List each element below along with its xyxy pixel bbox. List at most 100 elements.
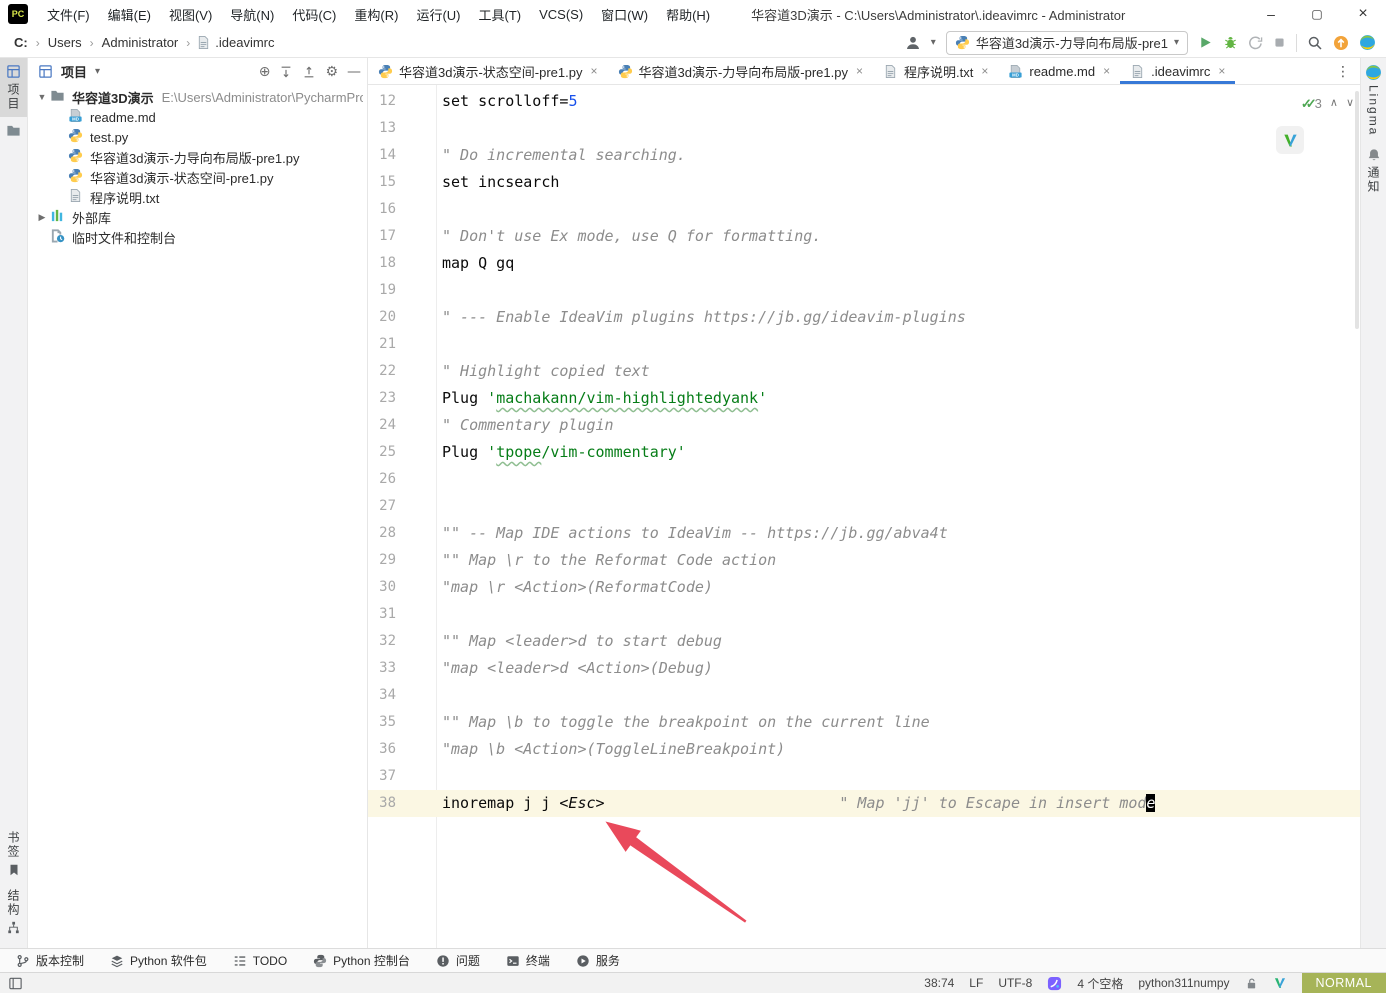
vim-mode-badge[interactable]: NORMAL (1302, 973, 1386, 993)
code-line[interactable]: 15set incsearch (368, 169, 1360, 196)
breadcrumb-item[interactable]: .ideavimrc (213, 35, 276, 50)
code-line[interactable]: 34 (368, 682, 1360, 709)
tree-item[interactable]: ▼华容道3D演示E:\Users\Administrator\PycharmPr… (28, 87, 367, 107)
run-config-select[interactable]: 华容道3d演示-力导向布局版-pre1 ▾ (946, 31, 1188, 55)
line-separator[interactable]: LF (969, 976, 983, 990)
expand-all-icon[interactable] (279, 65, 293, 79)
menu-item[interactable]: 文件(F) (38, 0, 99, 28)
close-button[interactable]: × (1340, 0, 1386, 28)
code-line[interactable]: 37 (368, 763, 1360, 790)
project-panel-title[interactable]: 项目 (61, 62, 87, 81)
minimize-button[interactable]: – (1248, 0, 1294, 28)
menu-item[interactable]: 导航(N) (221, 0, 283, 28)
code-line[interactable]: 31 (368, 601, 1360, 628)
code-line[interactable]: 12set scrolloff=5 (368, 88, 1360, 115)
tree-item[interactable]: 华容道3d演示-力导向布局版-pre1.py (28, 147, 367, 167)
code-line[interactable]: 13 (368, 115, 1360, 142)
code-line[interactable]: 35"" Map \b to toggle the breakpoint on … (368, 709, 1360, 736)
menu-item[interactable]: 编辑(E) (99, 0, 160, 28)
tree-chevron-icon[interactable]: ▼ (34, 92, 50, 102)
debug-button[interactable] (1223, 35, 1238, 50)
file-encoding[interactable]: UTF-8 (998, 976, 1032, 990)
code-line[interactable]: 32"" Map <leader>d to start debug (368, 628, 1360, 655)
toolwindow-button[interactable]: 服务 (576, 952, 620, 969)
search-everywhere-button[interactable] (1307, 35, 1323, 51)
tool-stripe-button[interactable]: 项目 (0, 58, 27, 117)
lock-icon[interactable] (1245, 977, 1258, 990)
code-line[interactable]: 29"" Map \r to the Reformat Code action (368, 547, 1360, 574)
menu-item[interactable]: 视图(V) (160, 0, 221, 28)
code-line[interactable]: 27 (368, 493, 1360, 520)
tool-stripe-button[interactable]: 结构 (0, 883, 27, 940)
next-problem-icon[interactable]: ∨ (1346, 90, 1354, 117)
tool-stripe-button[interactable]: Lingma (1361, 58, 1386, 142)
tool-stripe-button[interactable] (0, 117, 27, 144)
code-line[interactable]: 16 (368, 196, 1360, 223)
code-line[interactable]: 22" Highlight copied text (368, 358, 1360, 385)
user-dropdown-caret-icon[interactable]: ▾ (931, 37, 936, 48)
tree-item[interactable]: test.py (28, 127, 367, 147)
stop-button[interactable] (1273, 36, 1286, 49)
caret-position[interactable]: 38:74 (924, 976, 954, 990)
tab-close-icon[interactable]: × (856, 64, 863, 78)
tab-close-icon[interactable]: × (590, 64, 597, 78)
menu-item[interactable]: 窗口(W) (592, 0, 657, 28)
user-account-icon[interactable] (905, 35, 921, 51)
menu-item[interactable]: 重构(R) (345, 0, 407, 28)
code-line[interactable]: 19 (368, 277, 1360, 304)
toolwindow-button[interactable]: TODO (233, 954, 287, 968)
tool-stripe-button[interactable]: 书签 (0, 825, 27, 883)
tree-item[interactable]: ▶外部库 (28, 207, 367, 227)
tab-list-more-icon[interactable]: ⋮ (1326, 58, 1360, 84)
breadcrumb-item[interactable]: Administrator (100, 35, 181, 50)
code-line[interactable]: 28"" -- Map IDE actions to IdeaVim -- ht… (368, 520, 1360, 547)
ideavim-status-icon[interactable] (1273, 976, 1287, 990)
python-interpreter[interactable]: python311numpy (1138, 976, 1229, 990)
hide-panel-icon[interactable]: — (347, 64, 361, 80)
tab-close-icon[interactable]: × (981, 64, 988, 78)
code-line[interactable]: 14" Do incremental searching. (368, 142, 1360, 169)
toolwindow-button[interactable]: Python 控制台 (313, 952, 410, 969)
breadcrumb-item[interactable]: Users (46, 35, 84, 50)
maximize-button[interactable]: ▢ (1294, 0, 1340, 28)
run-button[interactable] (1198, 35, 1213, 50)
toolwindow-button[interactable]: 终端 (506, 952, 550, 969)
editor-tab[interactable]: 华容道3d演示-力导向布局版-pre1.py× (608, 58, 874, 84)
menu-item[interactable]: VCS(S) (530, 0, 592, 28)
lingma-status-icon[interactable] (1047, 976, 1062, 991)
inspection-widget[interactable]: ✓✓3 ∧ ∨ (1301, 90, 1354, 117)
code-line[interactable]: 36"map \b <Action>(ToggleLineBreakpoint) (368, 736, 1360, 763)
code-line[interactable]: 20" --- Enable IdeaVim plugins https://j… (368, 304, 1360, 331)
menu-item[interactable]: 工具(T) (469, 0, 530, 28)
code-line[interactable]: 24" Commentary plugin (368, 412, 1360, 439)
editor-scrollbar[interactable] (1355, 91, 1359, 329)
code-line[interactable]: 26 (368, 466, 1360, 493)
chevron-down-icon[interactable]: ▾ (95, 66, 100, 77)
breadcrumb-item[interactable]: C: (12, 35, 30, 50)
tree-item[interactable]: MDreadme.md (28, 107, 367, 127)
toolwindow-button[interactable]: 版本控制 (16, 952, 84, 969)
code-line[interactable]: 38inoremap j j <Esc> " Map 'jj' to Escap… (368, 790, 1360, 817)
profile-button[interactable] (1248, 35, 1263, 50)
editor-tab[interactable]: 华容道3d演示-状态空间-pre1.py× (368, 58, 608, 84)
settings-gear-icon[interactable]: ⚙ (325, 64, 338, 80)
code-line[interactable]: 33"map <leader>d <Action>(Debug) (368, 655, 1360, 682)
locate-file-icon[interactable]: ⊕ (259, 64, 271, 80)
code-line[interactable]: 21 (368, 331, 1360, 358)
window-layout-icon[interactable] (8, 976, 23, 991)
toolwindow-button[interactable]: 问题 (436, 952, 480, 969)
ideavim-widget-button[interactable] (1276, 126, 1304, 154)
editor-tab[interactable]: MDreadme.md× (998, 58, 1120, 84)
tab-close-icon[interactable]: × (1103, 64, 1110, 78)
tree-item[interactable]: 临时文件和控制台 (28, 227, 367, 247)
editor-tab[interactable]: .ideavimrc× (1120, 58, 1235, 84)
menu-item[interactable]: 帮助(H) (657, 0, 719, 28)
collapse-all-icon[interactable] (302, 65, 316, 79)
tree-item[interactable]: 程序说明.txt (28, 187, 367, 207)
tree-chevron-icon[interactable]: ▶ (34, 212, 50, 223)
code-line[interactable]: 23Plug 'machakann/vim-highlightedyank' (368, 385, 1360, 412)
code-line[interactable]: 25Plug 'tpope/vim-commentary' (368, 439, 1360, 466)
menu-item[interactable]: 代码(C) (283, 0, 345, 28)
code-line[interactable]: 17" Don't use Ex mode, use Q for formatt… (368, 223, 1360, 250)
lingma-button[interactable] (1359, 34, 1376, 51)
